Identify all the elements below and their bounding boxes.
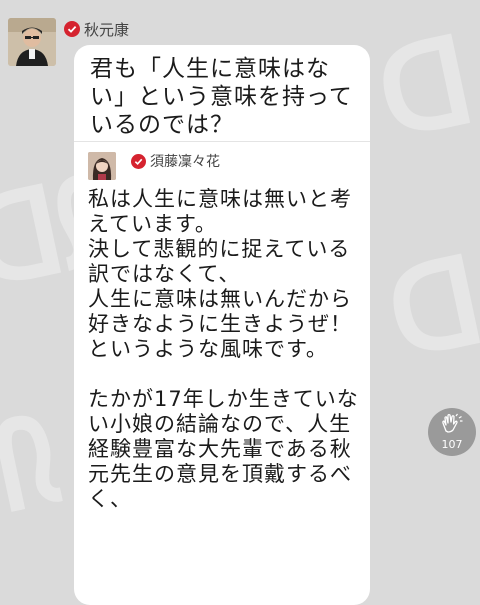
questioner-name[interactable]: 秋元康 xyxy=(84,19,129,40)
message-bubble: 君も「人生に意味はない」という意味を持っているのでは？ 須藤凜々花 私は人生に意… xyxy=(74,45,370,605)
divider xyxy=(74,141,370,142)
watermark: ᙏ xyxy=(0,393,66,545)
clap-count: 107 xyxy=(441,438,463,451)
verified-check-icon xyxy=(64,21,80,37)
verified-check-icon xyxy=(131,154,146,169)
question-text: 君も「人生に意味はない」という意味を持っているのでは？ xyxy=(90,56,353,138)
reply-avatar[interactable] xyxy=(88,152,116,180)
replier-name[interactable]: 須藤凜々花 xyxy=(150,151,220,171)
clap-button[interactable]: 107 xyxy=(428,408,476,456)
watermark: ᗡ xyxy=(366,14,479,164)
clap-hands-icon xyxy=(440,413,464,437)
reply-text: 私は人生に意味は無いと考えています。 決して悲観的に捉えている訳ではなくて、 人… xyxy=(88,187,359,511)
avatar[interactable] xyxy=(8,18,56,66)
watermark: ᗡ xyxy=(376,234,480,384)
